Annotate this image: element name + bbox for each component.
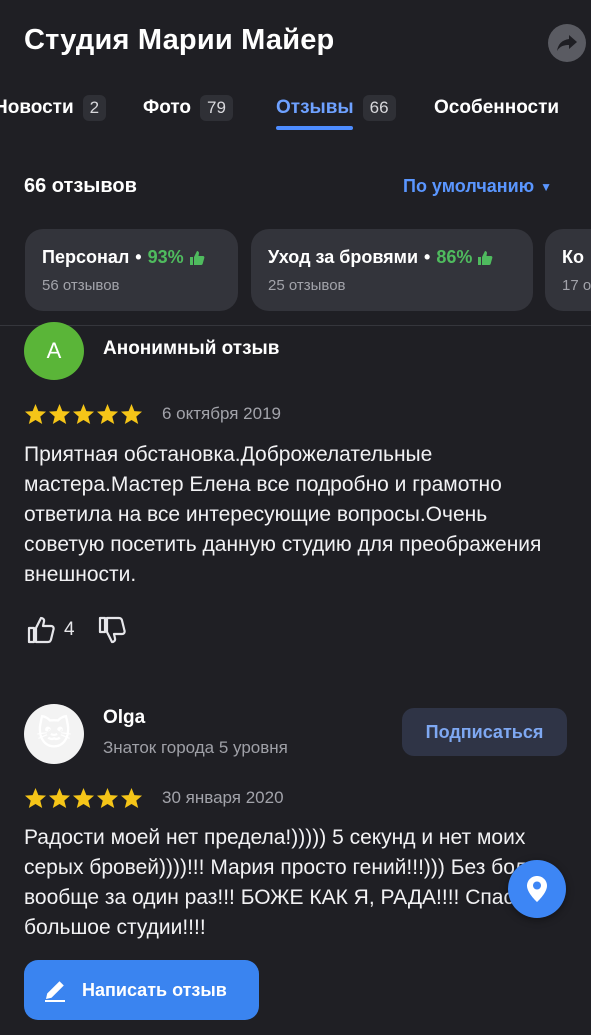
review-date: 30 января 2020 [162, 788, 284, 807]
star-icon [120, 787, 143, 809]
like-count: 4 [64, 619, 75, 640]
subscribe-button[interactable]: Подписаться [402, 708, 567, 756]
tab-bar: Новости 2 Фото 79 Отзывы 66 Особенности [0, 80, 591, 132]
map-button[interactable] [508, 860, 566, 918]
aspect-chip-partial[interactable]: Ко 17 о [545, 229, 591, 311]
aspect-chip-staff[interactable]: Персонал • 93% 56 отзывов [25, 229, 238, 311]
aspect-chip-brows[interactable]: Уход за бровями • 86% 25 отзывов [251, 229, 533, 311]
active-tab-indicator [276, 126, 353, 130]
review-date: 6 октября 2019 [162, 404, 281, 423]
chip-percent: 86% [436, 247, 473, 267]
tab-reviews[interactable]: Отзывы 66 [276, 88, 396, 128]
star-icon [24, 787, 47, 809]
thumbs-up-icon [189, 250, 205, 266]
tab-count: 66 [362, 95, 396, 121]
avatar[interactable]: 🐱 [24, 704, 84, 764]
chip-title: Персонал • 93% [42, 247, 205, 268]
page-title: Студия Марии Майер [24, 24, 335, 56]
chip-label: Уход за бровями [268, 247, 419, 267]
reviews-count: 66 отзывов [24, 175, 137, 197]
map-pin-icon [527, 876, 547, 902]
author-level: Знаток города 5 уровня [103, 738, 288, 757]
thumbs-up-icon [27, 616, 55, 644]
star-icon [72, 403, 95, 425]
chip-title: Ко [562, 247, 584, 268]
star-icon [96, 403, 119, 425]
tab-label: Отзывы [276, 97, 354, 118]
star-icon [48, 787, 71, 809]
chip-subtitle: 17 о [562, 277, 591, 294]
sort-dropdown[interactable]: По умолчанию ▼ [403, 176, 552, 197]
thumbs-up-icon [477, 250, 493, 266]
share-arrow-icon [557, 35, 577, 51]
dislike-button[interactable] [97, 615, 127, 645]
star-icon [72, 787, 95, 809]
chip-label: Персонал [42, 247, 130, 267]
chip-label: Ко [562, 247, 584, 267]
chip-subtitle: 56 отзывов [42, 277, 120, 294]
review-text: Радости моей нет предела!))))) 5 секунд … [24, 826, 550, 939]
rating-stars [24, 787, 143, 809]
write-review-label: Написать отзыв [82, 979, 227, 1000]
write-review-button[interactable]: Написать отзыв [24, 960, 259, 1020]
chip-separator: • [424, 247, 431, 267]
chip-subtitle: 25 отзывов [268, 277, 346, 294]
divider [0, 325, 591, 326]
chip-title: Уход за бровями • 86% [268, 247, 493, 268]
tab-label: Фото [143, 97, 192, 118]
pencil-icon [42, 977, 68, 1003]
review-author: Анонимный отзыв [103, 338, 280, 359]
cat-face-icon: 🐱 [36, 715, 72, 753]
chip-percent: 93% [147, 247, 184, 267]
review-reactions: 4 [26, 615, 127, 645]
triangle-down-icon: ▼ [540, 179, 552, 194]
avatar[interactable]: A [24, 322, 84, 380]
rating-stars [24, 403, 143, 425]
like-button[interactable]: 4 [26, 615, 97, 645]
chip-separator: • [135, 247, 142, 267]
tab-photos[interactable]: Фото 79 [143, 88, 233, 128]
share-button[interactable] [548, 24, 586, 62]
thumbs-down-icon [98, 616, 126, 644]
star-icon [24, 403, 47, 425]
header: Студия Марии Майер [0, 0, 591, 80]
tab-count: 2 [82, 95, 107, 121]
tab-label: Особенности [434, 97, 560, 118]
tab-label: Новости [0, 97, 74, 118]
sort-label: По умолчанию [403, 176, 535, 196]
star-icon [96, 787, 119, 809]
tab-features[interactable]: Особенности [434, 88, 559, 128]
review-text: Приятная обстановка.Доброжелательные мас… [24, 443, 542, 586]
tab-count: 79 [200, 95, 233, 121]
tab-news[interactable]: Новости 2 [0, 88, 107, 128]
review-author[interactable]: Olga [103, 707, 145, 729]
star-icon [48, 403, 71, 425]
star-icon [120, 403, 143, 425]
